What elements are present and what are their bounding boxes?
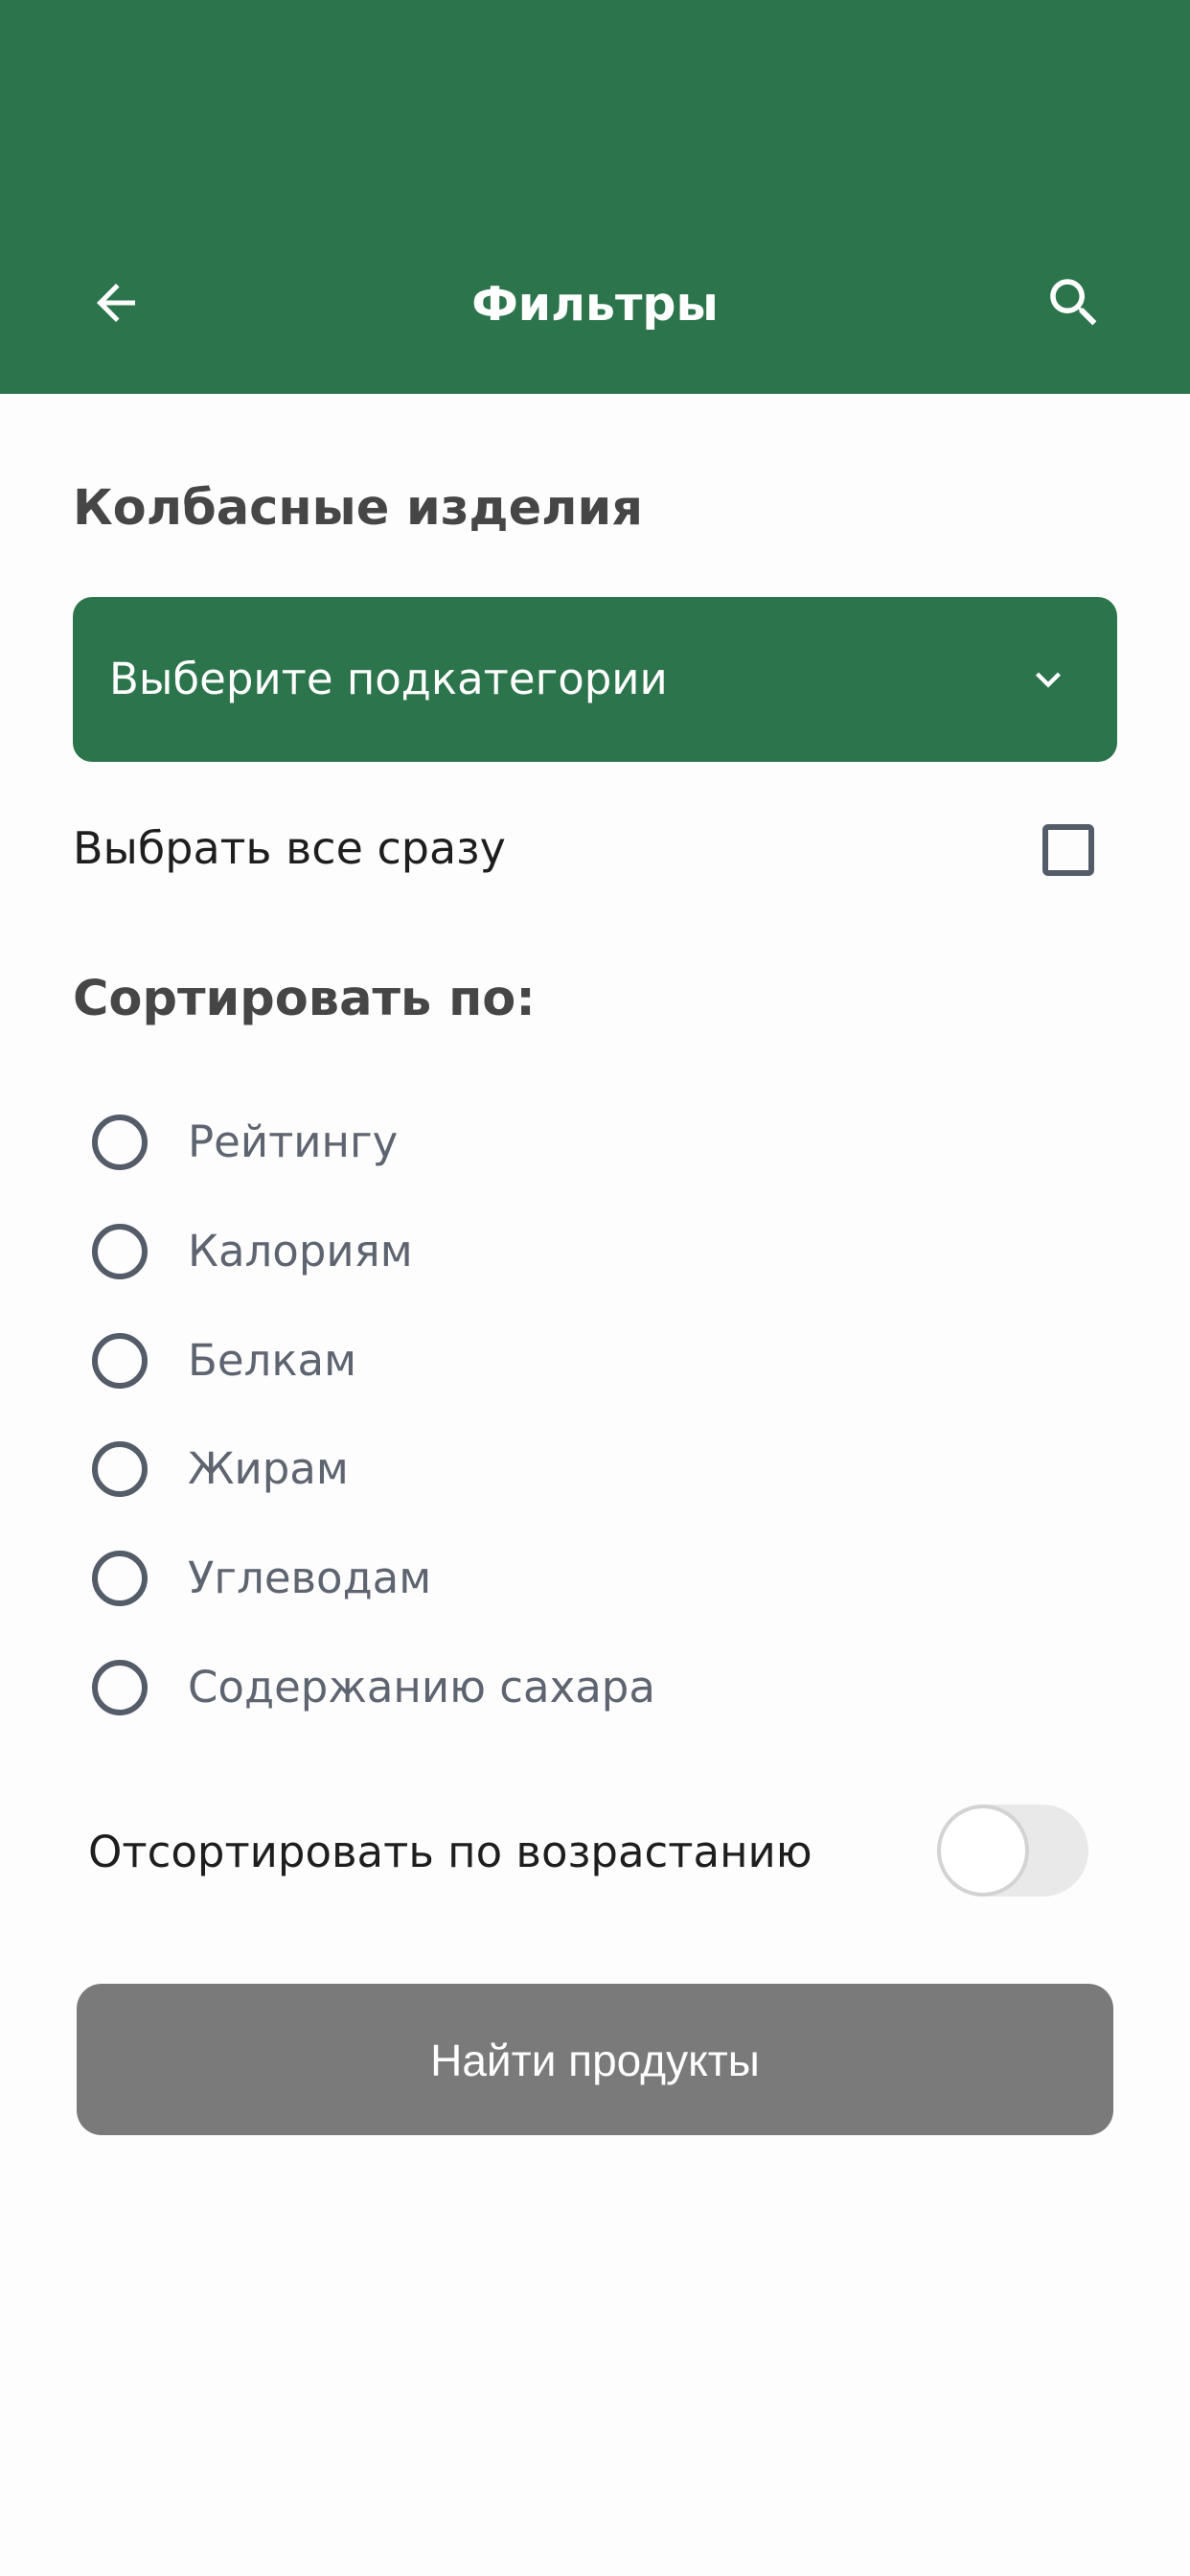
sort-title: Сортировать по:: [73, 971, 536, 1027]
sort-option-sugar[interactable]: Содержанию сахара: [92, 1654, 655, 1721]
sort-option-label: Белкам: [188, 1335, 357, 1386]
sort-option-label: Жирам: [188, 1443, 349, 1494]
app-bar: Фильтры: [0, 0, 1190, 394]
radio-button[interactable]: [92, 1115, 148, 1170]
select-all-checkbox[interactable]: [1042, 824, 1094, 876]
select-all-label: Выбрать все сразу: [73, 822, 506, 874]
radio-button[interactable]: [92, 1333, 148, 1389]
sort-option-label: Калориям: [188, 1226, 413, 1276]
category-title: Колбасные изделия: [73, 480, 644, 537]
sort-option-fat[interactable]: Жирам: [92, 1436, 349, 1503]
radio-button[interactable]: [92, 1441, 148, 1497]
find-products-button[interactable]: Найти продукты: [77, 1984, 1113, 2135]
toggle-knob: [937, 1805, 1029, 1897]
subcategory-dropdown[interactable]: Выберите подкатегории: [73, 597, 1117, 762]
radio-button[interactable]: [92, 1224, 148, 1279]
radio-button[interactable]: [92, 1660, 148, 1715]
sort-option-label: Углеводам: [188, 1552, 432, 1603]
sort-option-protein[interactable]: Белкам: [92, 1327, 356, 1394]
sort-option-label: Рейтингу: [188, 1116, 399, 1167]
search-button[interactable]: [1041, 269, 1108, 336]
page-title: Фильтры: [471, 277, 719, 332]
ascending-toggle[interactable]: [937, 1805, 1088, 1897]
sort-option-rating[interactable]: Рейтингу: [92, 1109, 398, 1176]
ascending-label: Отсортировать по возрастанию: [88, 1827, 812, 1877]
subcategory-dropdown-label: Выберите подкатегории: [109, 654, 668, 704]
search-icon: [1050, 279, 1097, 326]
sort-option-label: Содержанию сахара: [188, 1662, 655, 1713]
radio-button[interactable]: [92, 1551, 148, 1606]
chevron-down-icon: [1019, 651, 1077, 708]
sort-option-carbs[interactable]: Углеводам: [92, 1545, 431, 1612]
sort-option-calories[interactable]: Калориям: [92, 1218, 413, 1285]
